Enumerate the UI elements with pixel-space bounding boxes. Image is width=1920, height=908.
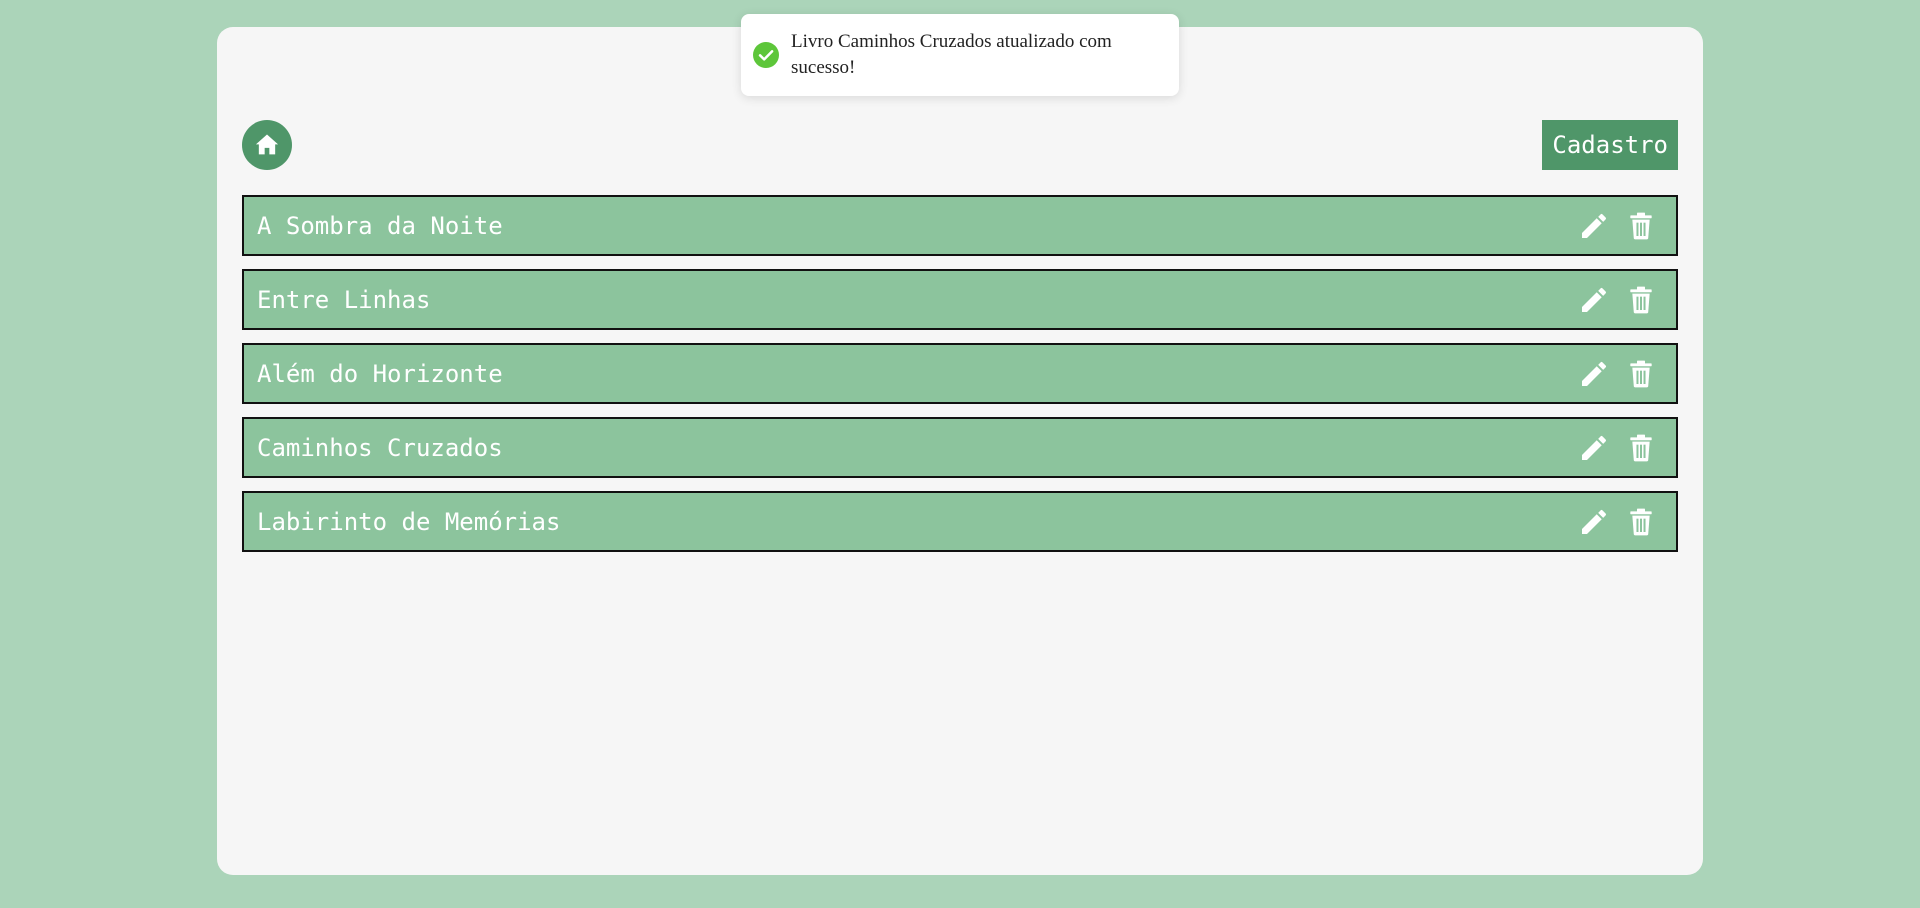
trash-icon [1630, 434, 1652, 461]
book-title: Caminhos Cruzados [257, 433, 503, 462]
book-row: Entre Linhas [242, 269, 1678, 330]
edit-button[interactable] [1577, 357, 1611, 391]
register-button[interactable]: Cadastro [1542, 120, 1678, 170]
book-title: Além do Horizonte [257, 359, 503, 388]
delete-button[interactable] [1624, 209, 1658, 243]
trash-icon [1630, 286, 1652, 313]
book-row: Labirinto de Memórias [242, 491, 1678, 552]
main-panel: Cadastro A Sombra da Noite Entre Linhas … [217, 27, 1703, 875]
delete-button[interactable] [1624, 283, 1658, 317]
delete-button[interactable] [1624, 505, 1658, 539]
edit-button[interactable] [1577, 431, 1611, 465]
delete-button[interactable] [1624, 357, 1658, 391]
pencil-icon [1582, 287, 1607, 312]
book-row: A Sombra da Noite [242, 195, 1678, 256]
delete-button[interactable] [1624, 431, 1658, 465]
pencil-icon [1582, 435, 1607, 460]
trash-icon [1630, 212, 1652, 239]
pencil-icon [1582, 213, 1607, 238]
home-button[interactable] [242, 120, 292, 170]
success-toast: Livro Caminhos Cruzados atualizado com s… [741, 14, 1179, 96]
book-title: Entre Linhas [257, 285, 431, 314]
edit-button[interactable] [1577, 283, 1611, 317]
home-icon [255, 134, 279, 155]
book-row: Caminhos Cruzados [242, 417, 1678, 478]
book-row: Além do Horizonte [242, 343, 1678, 404]
check-circle-icon [753, 42, 779, 68]
edit-button[interactable] [1577, 209, 1611, 243]
edit-button[interactable] [1577, 505, 1611, 539]
toast-message: Livro Caminhos Cruzados atualizado com s… [791, 31, 1112, 78]
book-list: A Sombra da Noite Entre Linhas Além do H… [242, 195, 1678, 565]
pencil-icon [1582, 361, 1607, 386]
trash-icon [1630, 360, 1652, 387]
trash-icon [1630, 508, 1652, 535]
pencil-icon [1582, 509, 1607, 534]
book-title: Labirinto de Memórias [257, 507, 561, 536]
book-title: A Sombra da Noite [257, 211, 503, 240]
